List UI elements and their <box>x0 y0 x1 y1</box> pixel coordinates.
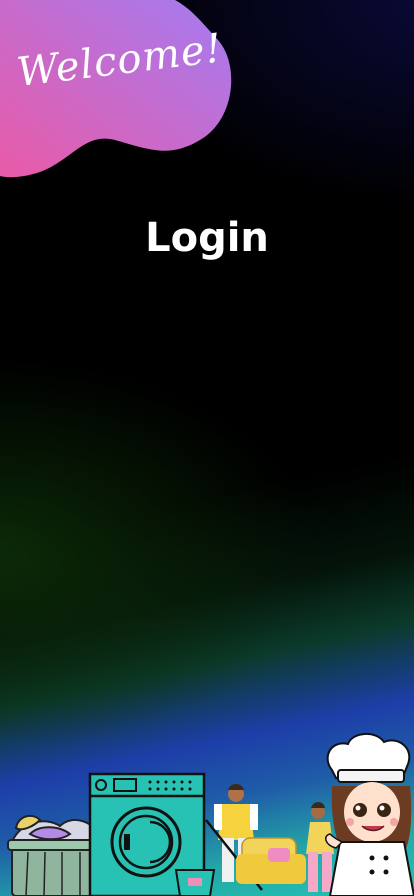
login-screen: Welcome! Login <box>0 0 414 896</box>
illustration <box>7 733 414 896</box>
chef-girl-icon <box>325 733 414 896</box>
page-title: Login <box>145 215 269 261</box>
